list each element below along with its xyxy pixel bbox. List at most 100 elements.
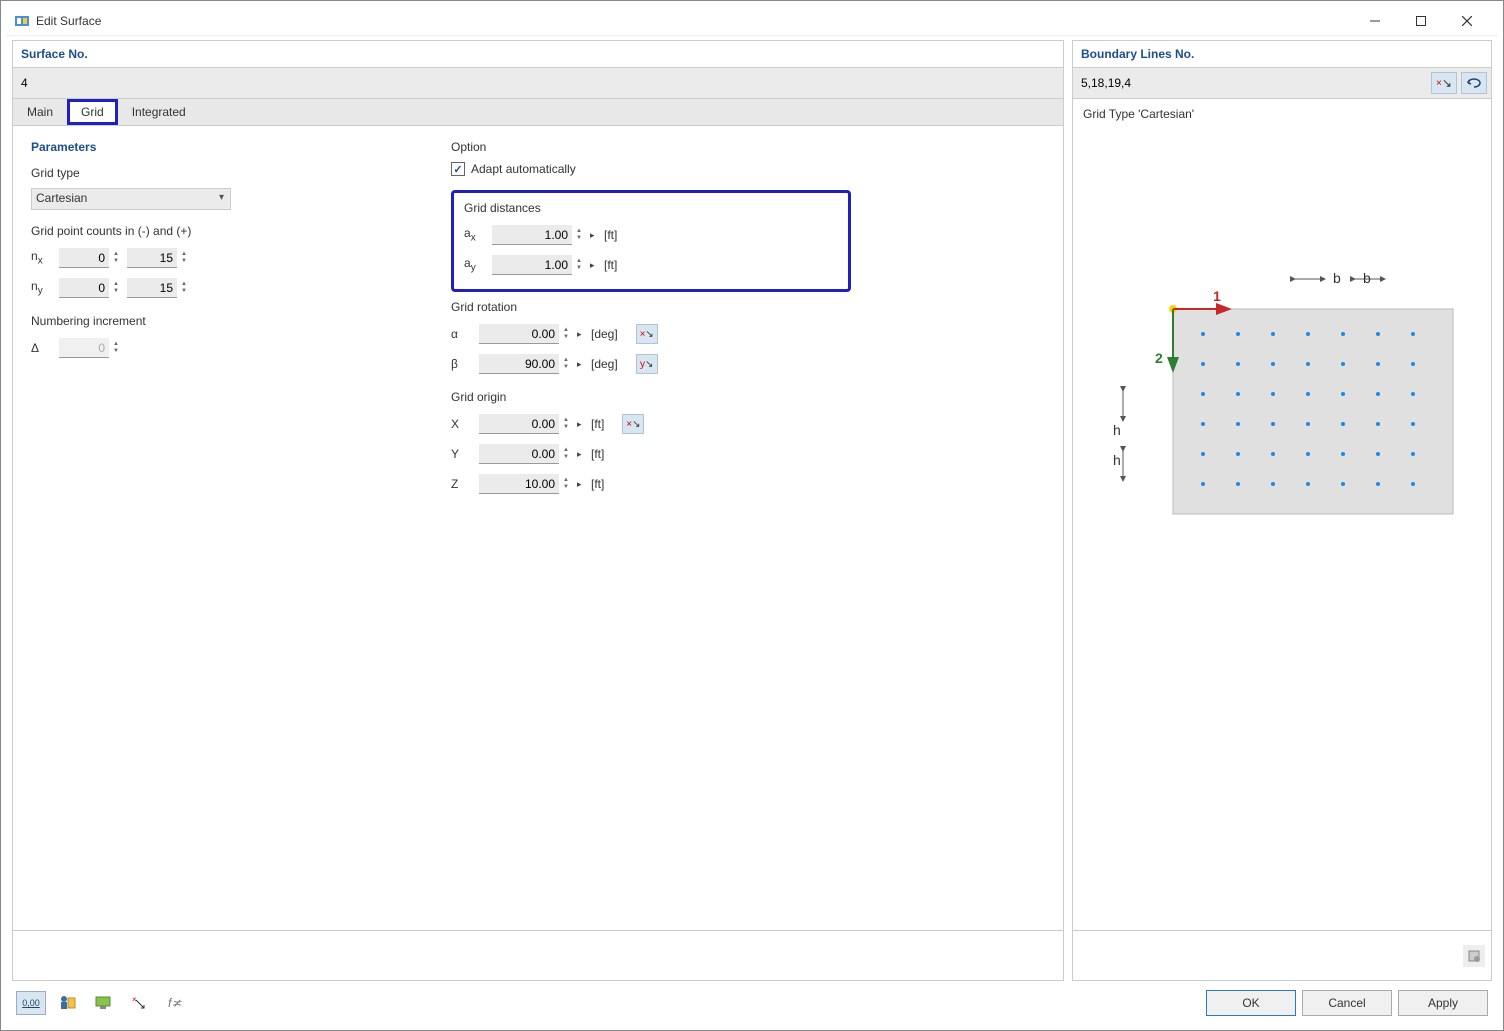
ax-spinner[interactable]: ▲▼ [574, 225, 584, 245]
maximize-button[interactable] [1398, 6, 1444, 36]
surface-no-input[interactable] [17, 72, 1059, 94]
origin-x-label: X [451, 417, 479, 431]
adapt-label: Adapt automatically [471, 162, 576, 176]
window-title: Edit Surface [36, 14, 1352, 28]
tab-main[interactable]: Main [13, 99, 67, 125]
origin-x-spinner[interactable]: ▲▼ [561, 414, 571, 434]
ay-label: ay [464, 256, 492, 273]
ok-button[interactable]: OK [1206, 990, 1296, 1016]
beta-label: β [451, 357, 479, 371]
delta-spinner: ▲▼ [111, 338, 121, 358]
origin-pick-button[interactable]: ×↘ [622, 414, 644, 434]
ay-range-button[interactable]: ▸ [590, 260, 600, 271]
alpha-input[interactable] [479, 324, 559, 344]
grid-counts-label: Grid point counts in (-) and (+) [31, 224, 431, 238]
apply-button[interactable]: Apply [1398, 990, 1488, 1016]
beta-input[interactable] [479, 354, 559, 374]
grid-preview-svg: b b h h 1 2 [1103, 259, 1483, 559]
grid-distances-header: Grid distances [464, 201, 838, 215]
tabbar: Main Grid Integrated [12, 99, 1064, 126]
nx-neg-spinner[interactable]: ▲▼ [111, 248, 121, 268]
tab-grid[interactable]: Grid [67, 99, 118, 125]
grid-type-select[interactable]: Cartesian [31, 188, 231, 210]
grid-origin-header: Grid origin [451, 390, 851, 404]
beta-range-button[interactable]: ▸ [577, 359, 587, 370]
preview-tool-button[interactable] [1463, 945, 1485, 967]
nx-pos-spinner[interactable]: ▲▼ [179, 248, 189, 268]
boundary-input[interactable] [1077, 72, 1427, 94]
adapt-checkbox[interactable] [451, 162, 465, 176]
nx-pos-input[interactable] [127, 248, 177, 268]
alpha-spinner[interactable]: ▲▼ [561, 324, 571, 344]
nx-neg-input[interactable] [59, 248, 109, 268]
origin-x-range-button[interactable]: ▸ [577, 419, 587, 430]
ay-spinner[interactable]: ▲▼ [574, 255, 584, 275]
beta-spinner[interactable]: ▲▼ [561, 354, 571, 374]
ax-input[interactable] [492, 225, 572, 245]
origin-y-range-button[interactable]: ▸ [577, 449, 587, 460]
grid-preview: Grid Type 'Cartesian' b b h [1072, 99, 1492, 931]
grid-type-label: Grid type [31, 166, 431, 180]
alpha-range-button[interactable]: ▸ [577, 329, 587, 340]
close-button[interactable] [1444, 6, 1490, 36]
parameters-header: Parameters [31, 140, 431, 154]
surface-no-label: Surface No. [12, 40, 1064, 67]
origin-y-input[interactable] [479, 444, 559, 464]
boundary-label: Boundary Lines No. [1072, 40, 1492, 67]
alpha-label: α [451, 327, 479, 341]
origin-z-range-button[interactable]: ▸ [577, 479, 587, 490]
origin-x-input[interactable] [479, 414, 559, 434]
alpha-pick-button[interactable]: ×↘ [636, 324, 658, 344]
svg-text:1: 1 [1213, 288, 1221, 304]
alpha-unit: [deg] [591, 327, 618, 341]
nx-label: nx [31, 249, 59, 266]
app-icon [14, 13, 30, 29]
ax-label: ax [464, 226, 492, 243]
ax-unit: [ft] [604, 228, 617, 242]
minimize-button[interactable] [1352, 6, 1398, 36]
grid-rotation-header: Grid rotation [451, 300, 851, 314]
display-tool-icon[interactable] [88, 991, 118, 1015]
ny-neg-spinner[interactable]: ▲▼ [111, 278, 121, 298]
ny-pos-spinner[interactable]: ▲▼ [179, 278, 189, 298]
beta-pick-button[interactable]: y↘ [636, 354, 658, 374]
tab-integrated[interactable]: Integrated [118, 99, 200, 125]
svg-text:h: h [1113, 452, 1121, 468]
origin-x-unit: [ft] [591, 417, 604, 431]
preview-title: Grid Type 'Cartesian' [1083, 107, 1194, 121]
footer: 0,00 × f≭ OK Cancel Apply [6, 981, 1498, 1025]
origin-z-label: Z [451, 477, 479, 491]
svg-text:b: b [1363, 270, 1371, 286]
boundary-reverse-button[interactable] [1461, 72, 1487, 94]
beta-unit: [deg] [591, 357, 618, 371]
origin-y-label: Y [451, 447, 479, 461]
delta-label: Δ [31, 341, 59, 355]
boundary-pick-button[interactable]: ×↘ [1431, 72, 1457, 94]
ny-neg-input[interactable] [59, 278, 109, 298]
ay-input[interactable] [492, 255, 572, 275]
grid-distances-group: Grid distances ax ▲▼▸ [ft] ay ▲▼▸ [ft] [451, 190, 851, 292]
ax-range-button[interactable]: ▸ [590, 230, 600, 241]
titlebar: Edit Surface [6, 6, 1498, 36]
function-tool-icon[interactable]: f≭ [160, 991, 190, 1015]
delta-input [59, 338, 109, 358]
option-header: Option [451, 140, 851, 154]
comment-area [12, 931, 1064, 981]
svg-text:×: × [132, 995, 137, 1004]
origin-z-unit: [ft] [591, 477, 604, 491]
origin-z-spinner[interactable]: ▲▼ [561, 474, 571, 494]
ny-pos-input[interactable] [127, 278, 177, 298]
origin-z-input[interactable] [479, 474, 559, 494]
preview-toolbar [1072, 931, 1492, 981]
person-tool-icon[interactable] [52, 991, 82, 1015]
cancel-button[interactable]: Cancel [1302, 990, 1392, 1016]
pick-tool-icon[interactable]: × [124, 991, 154, 1015]
origin-y-spinner[interactable]: ▲▼ [561, 444, 571, 464]
svg-text:b: b [1333, 270, 1341, 286]
numbering-label: Numbering increment [31, 314, 431, 328]
svg-text:2: 2 [1155, 350, 1163, 366]
units-tool-icon[interactable]: 0,00 [16, 991, 46, 1015]
ny-label: ny [31, 279, 59, 296]
origin-y-unit: [ft] [591, 447, 604, 461]
svg-text:f≭: f≭ [168, 996, 182, 1010]
